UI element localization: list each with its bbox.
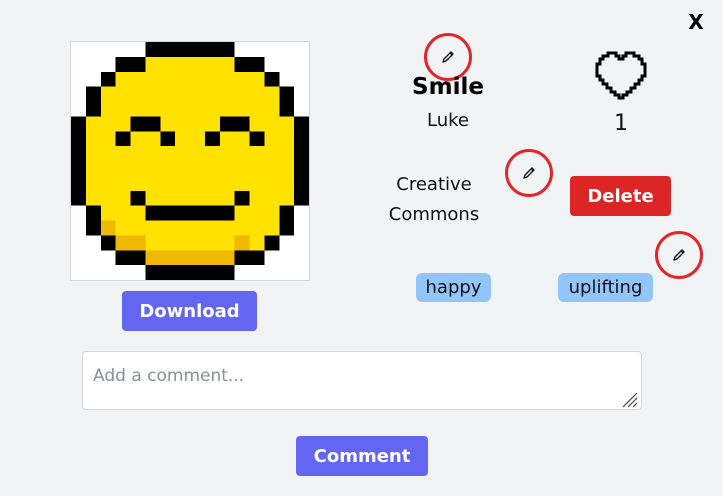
- artwork-modal: X Download Smile Luke Creative Commons 1…: [0, 0, 723, 496]
- artwork-image: [70, 41, 310, 281]
- delete-button[interactable]: Delete: [570, 176, 671, 216]
- like-count: 1: [614, 111, 628, 136]
- artwork-license: Creative Commons: [380, 170, 488, 230]
- heart-outline-icon[interactable]: [594, 50, 648, 100]
- pencil-icon: [442, 51, 454, 63]
- tag-uplifting[interactable]: uplifting: [558, 273, 653, 302]
- close-icon[interactable]: X: [686, 10, 706, 34]
- pixel-smiley-art: [71, 42, 309, 280]
- license-line-2: Commons: [388, 204, 480, 225]
- artwork-author: Luke: [427, 110, 469, 131]
- comment-button[interactable]: Comment: [296, 436, 428, 476]
- download-button[interactable]: Download: [122, 291, 257, 331]
- comment-input[interactable]: [82, 351, 642, 410]
- tag-happy[interactable]: happy: [416, 273, 491, 302]
- edit-license-button[interactable]: [505, 149, 553, 197]
- license-line-1: Creative: [396, 174, 472, 195]
- artwork-title: Smile: [412, 74, 484, 100]
- edit-tags-button[interactable]: [655, 231, 703, 279]
- pencil-icon: [673, 249, 685, 261]
- pencil-icon: [523, 167, 535, 179]
